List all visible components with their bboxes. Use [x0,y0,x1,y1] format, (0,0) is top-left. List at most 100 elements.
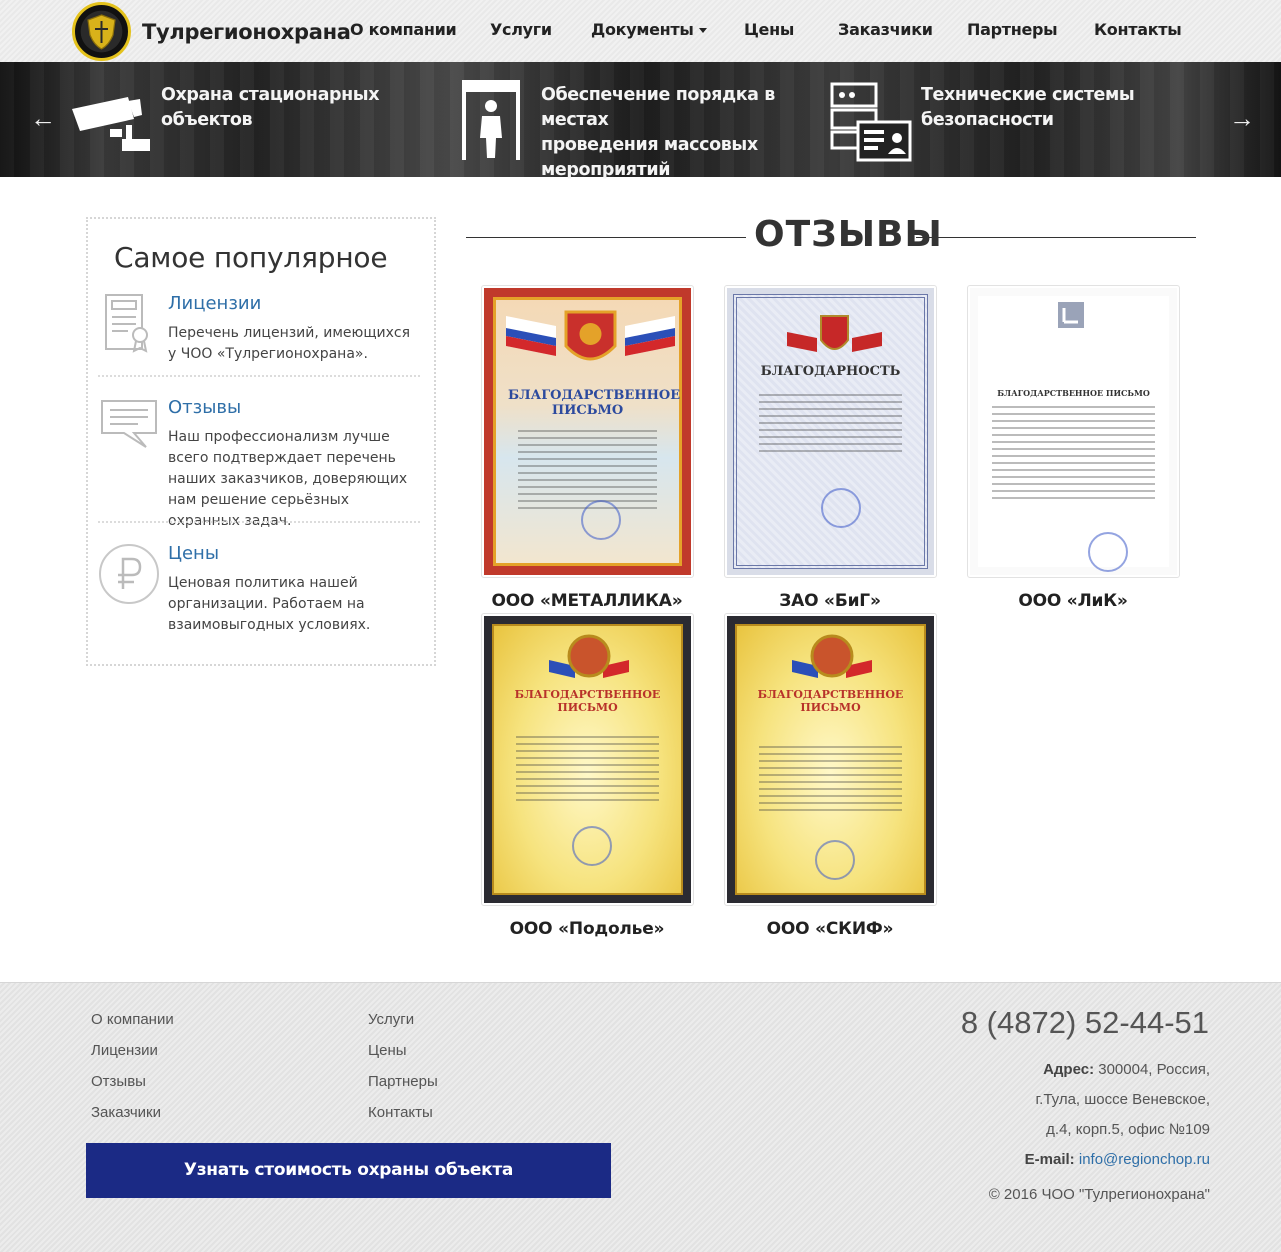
popular-item-prices[interactable]: Цены Ценовая политика нашей организации.… [98,543,420,643]
slide-title-line: Технические системы [921,85,1135,105]
stamp-icon [572,826,612,866]
divider [98,521,420,523]
stamp-icon [581,500,621,540]
slide-title-line: Обеспечение порядка в местах [541,85,775,130]
slide-title-line: проведения массовых [541,135,758,155]
popular-item-desc: Ценовая политика нашей организации. Рабо… [168,575,371,633]
popular-sidebar: Самое популярное Лицензии Перечень лицен… [86,217,436,666]
footer-link-licenses[interactable]: Лицензии [91,1042,158,1059]
footer-address-line: Адрес: 300004, Россия, [1043,1061,1210,1078]
footer-email-line: E-mail: info@regionchop.ru [1025,1151,1210,1168]
brand-name: Тулрегионохрана [142,19,351,44]
stamp-icon [1088,532,1128,572]
law-firm-logo-icon [1058,302,1084,328]
letter-text-lines [516,736,659,806]
letter-text-lines [759,746,902,816]
slider-prev-arrow-icon[interactable]: ← [30,105,56,131]
stamp-icon [821,488,861,528]
coat-of-arms-icon [549,634,629,678]
review-company-name: ЗАО «БиГ» [779,591,881,611]
server-id-card-icon [830,82,912,162]
coat-of-arms-icon [792,634,872,678]
review-company-name: ООО «МЕТАЛЛИКА» [491,591,683,611]
footer-link-about[interactable]: О компании [91,1011,174,1028]
nav-documents[interactable]: Документы [591,20,707,39]
nav-partners[interactable]: Партнеры [967,20,1058,39]
shield-emblem-icon [72,2,131,61]
divider [98,375,420,377]
letter-text-lines [992,406,1155,504]
nav-services[interactable]: Услуги [490,20,552,39]
coat-of-arms-icon [787,315,882,352]
slide-title: Охрана стационарных объектов [161,85,380,130]
title-rule-left [466,237,746,238]
letter-heading: БЛАГОДАРСТВЕННОЕ ПИСЬМО [514,688,661,714]
metal-detector-gate-icon [462,80,520,160]
slider-next-arrow-icon[interactable]: → [1229,105,1255,131]
footer-link-contacts[interactable]: Контакты [368,1104,433,1121]
nav-prices[interactable]: Цены [744,20,794,39]
slide-technical-systems[interactable]: Технические системы безопасности [830,62,1160,177]
copyright: © 2016 ЧОО "Тулрегионохрана" [988,1186,1210,1203]
nav-customers[interactable]: Заказчики [838,20,933,39]
slide-stationary-guard[interactable]: Охрана стационарных объектов [70,62,450,177]
letter-body: БЛАГОДАРСТВЕННОЕ ПИСЬМО [735,624,926,895]
address-label: Адрес: [1043,1061,1095,1078]
address-line-3: д.4, корп.5, офис №109 [1046,1121,1210,1138]
nav-documents-label: Документы [591,20,694,39]
slide-public-order[interactable]: Обеспечение порядка в местах проведения … [462,62,822,180]
nav-about[interactable]: О компании [350,20,457,39]
popular-item-desc: Наш профессионализм лучше всего подтверж… [168,429,408,529]
thank-you-letter-image: БЛАГОДАРСТВЕННОЕ ПИСЬМО [484,616,691,903]
letter-text-lines [518,430,657,514]
thank-you-letter-image: БЛАГОДАРНОСТЬ [727,288,934,575]
speech-bubble-icon [101,400,157,448]
footer-link-prices[interactable]: Цены [368,1042,407,1059]
footer-link-customers[interactable]: Заказчики [91,1104,161,1121]
thank-you-letter-image: БЛАГОДАРСТВЕННОЕ ПИСЬМО [484,288,691,575]
popular-item-title: Цены [168,543,220,564]
coat-of-arms-icon [506,310,675,361]
letter-heading: БЛАГОДАРСТВЕННОЕ ПИСЬМО [757,688,904,714]
letter-text-lines [759,394,902,457]
footer-link-services[interactable]: Услуги [368,1011,414,1028]
nav-contacts[interactable]: Контакты [1094,20,1182,39]
ruble-icon [99,544,159,604]
sidebar-title: Самое популярное [114,241,388,274]
review-card-lik[interactable]: БЛАГОДАРСТВЕННОЕ ПИСЬМО [967,285,1180,578]
site-logo-link[interactable]: Тулрегионохрана [72,2,351,61]
slide-title-multiline: Обеспечение порядка в местах проведения … [541,83,826,183]
title-rule-right [916,237,1196,238]
slide-title-line: безопасности [921,110,1054,130]
email-link[interactable]: info@regionchop.ru [1079,1151,1210,1168]
thank-you-letter-image: БЛАГОДАРСТВЕННОЕ ПИСЬМО [727,616,934,903]
slide-title-multiline: Технические системы безопасности [921,83,1161,133]
address-line-2: г.Тула, шоссе Веневское, [1035,1091,1210,1108]
footer-phone: 8 (4872) 52-44-51 [960,1005,1209,1040]
stamp-icon [815,840,855,880]
review-card-skif[interactable]: БЛАГОДАРСТВЕННОЕ ПИСЬМО [724,613,937,906]
footer-link-partners[interactable]: Партнеры [368,1073,438,1090]
review-card-podolye[interactable]: БЛАГОДАРСТВЕННОЕ ПИСЬМО [481,613,694,906]
security-camera-icon [72,97,150,151]
services-slider: ← → Охрана стационарных объектов Обеспеч… [0,62,1281,180]
slide-title-line: мероприятий [541,160,671,180]
review-company-name: ООО «ЛиК» [1018,591,1128,611]
thank-you-letter-image: БЛАГОДАРСТВЕННОЕ ПИСЬМО [970,288,1177,575]
popular-item-licenses[interactable]: Лицензии Перечень лицензий, имеющихся у … [98,293,420,373]
footer-link-reviews[interactable]: Отзывы [91,1073,146,1090]
popular-item-desc: Перечень лицензий, имеющихся у ЧОО «Тулр… [168,325,411,362]
address-line-1: 300004, Россия, [1098,1061,1210,1078]
review-company-name: ООО «Подолье» [509,919,665,939]
letter-heading: БЛАГОДАРСТВЕННОЕ ПИСЬМО [997,388,1150,398]
get-price-button[interactable]: Узнать стоимость охраны объекта [86,1143,611,1198]
email-label: E-mail: [1024,1151,1075,1168]
review-card-metallika[interactable]: БЛАГОДАРСТВЕННОЕ ПИСЬМО [481,285,694,578]
review-card-big[interactable]: БЛАГОДАРНОСТЬ [724,285,937,578]
letter-heading: БЛАГОДАРСТВЕННОЕ ПИСЬМО [508,388,681,418]
popular-item-reviews[interactable]: Отзывы Наш профессионализм лучше всего п… [98,397,420,529]
letter-body: БЛАГОДАРСТВЕННОЕ ПИСЬМО [493,297,682,566]
review-company-name: ООО «СКИФ» [766,919,894,939]
caret-down-icon [698,28,707,33]
site-header: Тулрегионохрана О компании Услуги Докуме… [0,0,1281,62]
